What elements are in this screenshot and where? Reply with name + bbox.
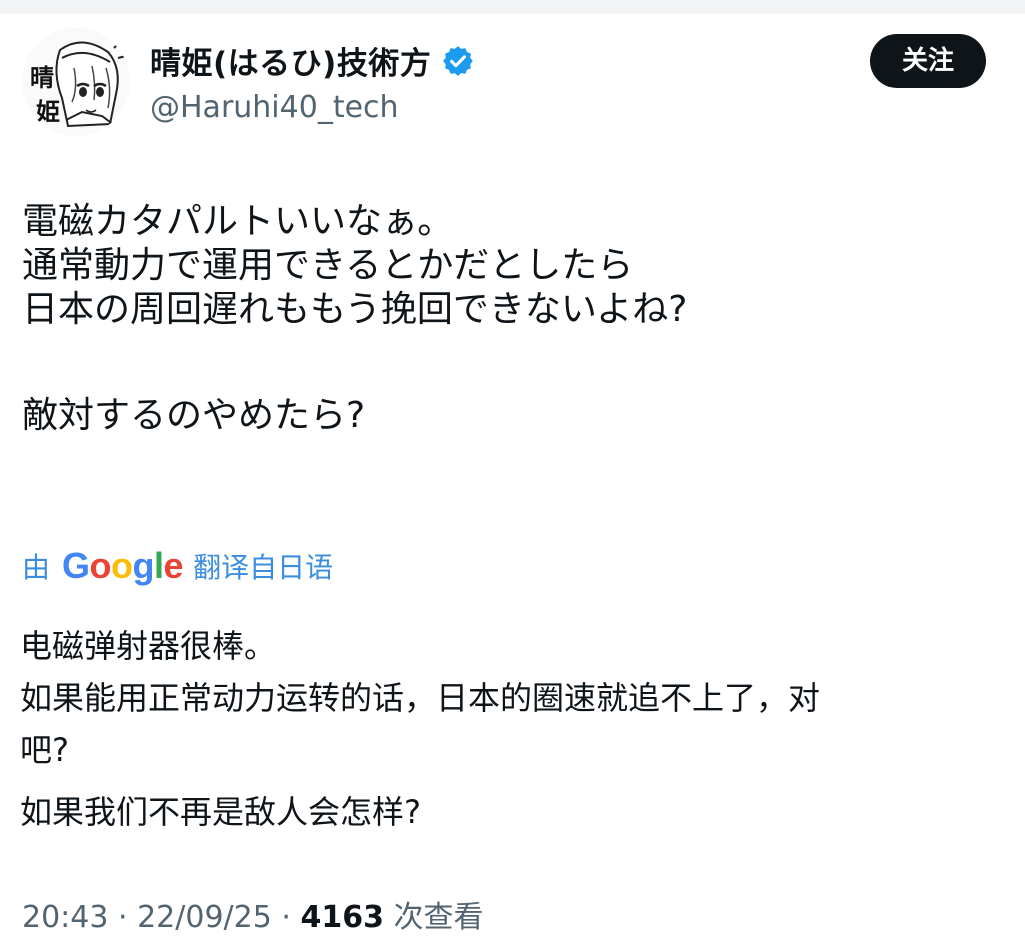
translation-line-blank: [20, 776, 980, 786]
translation-line: 电磁弹射器很棒。: [20, 627, 277, 665]
translation-line: 如果我们不再是敌人会怎样?: [20, 793, 421, 831]
tweet-line: 通常動力で運用できるとかだとしたら: [22, 245, 634, 286]
translate-prefix: 由: [22, 551, 51, 584]
author-display-name[interactable]: 晴姫(はるひ)技術方: [150, 38, 431, 83]
translation-line: 吧?: [20, 731, 69, 769]
author-name-row: 晴姫(はるひ)技術方: [150, 38, 475, 83]
google-logo-letter: G: [62, 545, 90, 586]
google-logo: Google: [62, 545, 184, 587]
tweet-line: 日本の周回遅れももう挽回できないよね?: [22, 289, 688, 330]
google-logo-letter: g: [132, 545, 155, 586]
svg-text:姫: 姫: [36, 98, 60, 126]
avatar[interactable]: 晴 姫: [22, 28, 130, 136]
follow-button[interactable]: 关注: [870, 34, 986, 88]
author-handle[interactable]: @Haruhi40_tech: [150, 90, 399, 125]
translated-text: 电磁弹射器很棒。 如果能用正常动力运转的话，日本的圈速就追不上了，对 吧? 如果…: [20, 620, 980, 838]
translate-source-label: 翻译自日语: [193, 551, 334, 584]
google-logo-letter: l: [154, 545, 164, 586]
google-logo-letter: o: [89, 545, 112, 586]
tweet-text: 電磁カタパルトいいなぁ。 通常動力で運用できるとかだとしたら 日本の周回遅れもも…: [22, 200, 687, 438]
google-logo-letter: o: [111, 545, 133, 586]
tweet-line: 電磁カタパルトいいなぁ。: [22, 201, 454, 242]
top-strip: [0, 0, 1025, 14]
tweet-line: 敵対するのやめたら?: [22, 395, 366, 436]
google-logo-letter: e: [163, 545, 184, 586]
avatar-image: 晴 姫: [22, 28, 130, 136]
tweet-meta: 20:43 · 22/09/25 · 4163 次查看: [22, 892, 484, 936]
verified-badge-icon: [443, 45, 474, 76]
translation-attribution[interactable]: 由 Google 翻译自日语: [22, 545, 333, 587]
svg-text:晴: 晴: [30, 64, 54, 92]
translation-line: 如果能用正常动力运转的话，日本的圈速就追不上了，对: [20, 679, 821, 717]
